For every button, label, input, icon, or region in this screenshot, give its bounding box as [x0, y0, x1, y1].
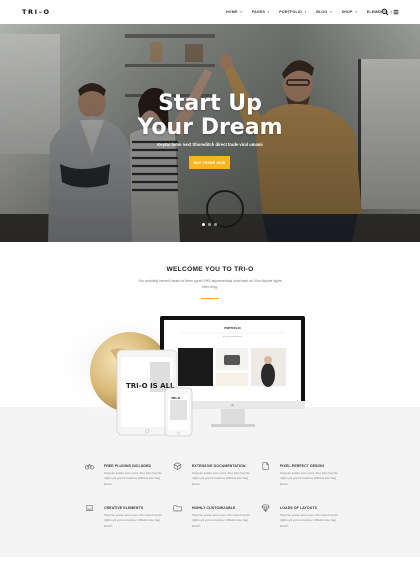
logo[interactable]: TRI–O	[22, 8, 51, 16]
buy-theme-button[interactable]: BUY THEME NOW	[189, 156, 230, 169]
slider-dot-3[interactable]	[214, 223, 217, 226]
nav-item-pages[interactable]: PAGES ▼	[252, 10, 271, 14]
cube-icon	[173, 462, 182, 470]
hero-subtitle: Keytar lomo next Shoreditch direct trade…	[157, 142, 263, 147]
feature-title: HIGHLY CUSTOMIZABLE	[192, 506, 236, 510]
chevron-down-icon: ▼	[329, 10, 333, 14]
feature-text: Organic seitan pour-over, four loko bicy…	[192, 513, 250, 528]
feature-title: PIXEL-PERFECT DESIGN	[280, 464, 325, 468]
screen-caption: A visual portfolio post	[223, 335, 242, 338]
feature-text: Organic seitan pour-over, four loko bicy…	[280, 513, 338, 528]
accent-divider	[201, 298, 219, 299]
nav-item-shop[interactable]: SHOP ▼	[342, 10, 358, 14]
welcome-title: WELCOME YOU TO TRI-O	[166, 266, 254, 273]
main-nav: HOME ▼ PAGES ▼ PORTFOLIO ▼ BLOG ▼ SHOP ▼ ELEM…	[226, 0, 402, 24]
nav-item-blog[interactable]: BLOG ▼	[316, 10, 332, 14]
nav-label: HOME	[226, 10, 238, 14]
slider-dots	[202, 223, 217, 226]
hero-title-line1: Start Up	[158, 91, 262, 116]
feature-title: EXTENSIVE DOCUMENTATION	[192, 464, 246, 468]
screen-title: PORTFOLIO	[224, 326, 241, 330]
screen-thumb-1	[178, 348, 213, 386]
nav-item-portfolio[interactable]: PORTFOLIO ▼	[279, 10, 307, 14]
chevron-down-icon: ▼	[239, 10, 243, 14]
nav-label: PAGES	[251, 10, 266, 14]
nav-label: SHOP	[341, 10, 353, 14]
slider-dot-1[interactable]	[202, 223, 205, 226]
nav-label: PORTFOLIO	[279, 10, 303, 14]
feature-text: Organic seitan pour-over, four loko bicy…	[104, 513, 162, 528]
nav-item-elements[interactable]: ELEMENTS ▼	[367, 10, 393, 14]
devices-showcase: PORTFOLIO A visual portfolio post TRI-O …	[45, 310, 305, 437]
nav-label: BLOG	[316, 10, 328, 14]
hero-slider: Start Up Your Dream Keytar lomo next Sho…	[0, 24, 420, 242]
diamond-icon	[261, 504, 270, 512]
slider-dot-2[interactable]	[208, 223, 211, 226]
menu-icon[interactable]	[392, 8, 400, 16]
phone-text: TRI-O	[171, 396, 181, 400]
laptop-icon	[85, 505, 94, 511]
chevron-down-icon: ▼	[267, 10, 271, 14]
document-icon	[262, 462, 269, 470]
nav-item-home[interactable]: HOME ▼	[226, 10, 243, 14]
feature-title: FREE PLUGINS INCLUDED	[104, 464, 152, 468]
feature-title: CREATIVE ELEMENTS	[104, 506, 144, 510]
folder-icon	[173, 505, 182, 512]
bicycle-icon	[85, 464, 94, 470]
chevron-down-icon: ▼	[354, 10, 358, 14]
feature-text: Organic seitan pour-over, four loko bicy…	[280, 471, 338, 486]
welcome-text: You probably haven't heard of them synth…	[138, 279, 282, 289]
feature-text: Organic seitan pour-over, four loko bicy…	[192, 471, 250, 486]
site-header: TRI–O HOME ▼ PAGES ▼ PORTFOLIO ▼ BLOG ▼ SHOP…	[0, 0, 420, 24]
hero-title-line2: Your Dream	[137, 115, 283, 140]
feature-title: LOADS OF LAYOUTS	[280, 506, 318, 510]
chevron-down-icon: ▼	[304, 10, 308, 14]
search-icon[interactable]	[381, 8, 389, 16]
feature-text: Organic seitan pour-over, four loko bicy…	[104, 471, 162, 486]
